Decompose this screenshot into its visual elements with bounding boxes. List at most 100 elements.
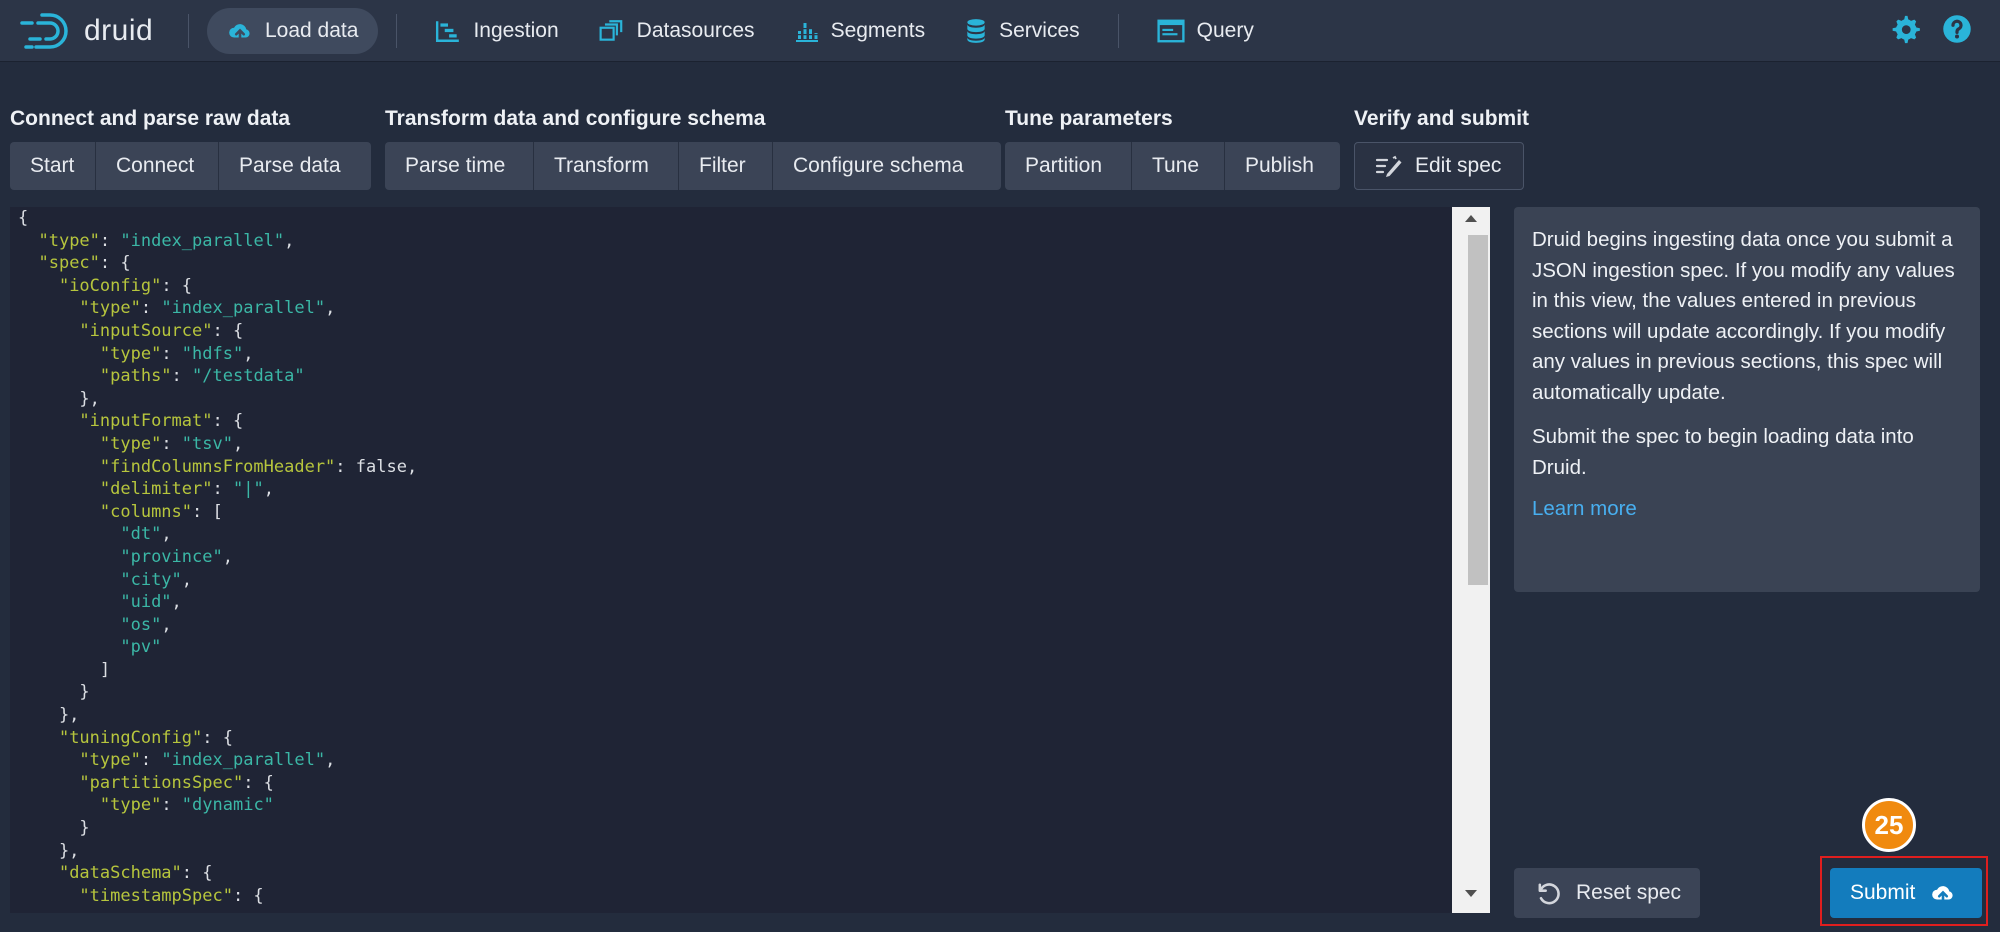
code-line: "type": "hdfs", [99, 343, 254, 364]
code-line: "province", [120, 546, 233, 567]
code-line: }, [18, 705, 80, 726]
code-line: "pv" [120, 637, 162, 658]
code-line: "paths": "/testdata" [99, 366, 305, 387]
nav-right-tools [1890, 14, 1972, 44]
code-line: "inputSource": { [79, 320, 244, 341]
code-line: "columns": [ [99, 501, 223, 522]
scroll-down-arrow-icon[interactable] [1452, 889, 1490, 907]
code-line: "type": "tsv", [99, 433, 244, 454]
stacked-chart-icon [795, 22, 818, 42]
nav-load-data-label: Load data [265, 18, 359, 42]
step-tune-button[interactable]: Tune [1132, 142, 1225, 190]
step-parse-data-button[interactable]: Parse data [219, 142, 371, 190]
editor-scrollbar[interactable] [1452, 207, 1490, 913]
step-configure-schema-button[interactable]: Configure schema [773, 142, 1001, 190]
code-line: "ioConfig": { [58, 275, 193, 296]
code-line: "tuningConfig": { [58, 727, 233, 748]
code-line: "spec": { [38, 253, 131, 274]
nav-services-label: Services [999, 18, 1080, 42]
nav-services[interactable]: Services [945, 8, 1100, 54]
learn-more-link[interactable]: Learn more [1532, 497, 1637, 520]
nav-datasources-label: Datasources [636, 18, 755, 42]
step-group-title: Connect and parse raw data [10, 107, 291, 130]
code-line: "findColumnsFromHeader": false, [99, 456, 418, 477]
step-button-row: Start Connect Parse data [10, 142, 371, 190]
info-callout: Druid begins ingesting data once you sub… [1514, 207, 1980, 592]
nav-query-label: Query [1196, 18, 1254, 42]
submit-label: Submit [1850, 881, 1916, 904]
step-number-badge: 25 [1862, 798, 1916, 852]
nav-datasources[interactable]: Datasources [579, 8, 775, 54]
code-line: "type": "dynamic" [99, 795, 274, 816]
step-group-title: Tune parameters [1005, 107, 1173, 130]
multi-select-icon [599, 19, 622, 41]
scrollbar-thumb[interactable] [1468, 235, 1488, 585]
help-icon[interactable] [1942, 14, 1972, 44]
cloud-upload-icon [1932, 886, 1953, 905]
code-line: "os", [120, 614, 172, 635]
spec-code[interactable]: { "type": "index_parallel", "spec": { "i… [18, 207, 1458, 907]
code-line: "type": "index_parallel", [79, 298, 336, 319]
code-line: ] [18, 659, 111, 680]
reset-spec-button[interactable]: Reset spec [1514, 868, 1700, 918]
code-line: "city", [120, 569, 193, 590]
step-button-row: Edit spec [1354, 142, 1524, 190]
druid-logo-icon [20, 12, 68, 49]
edit-spec-label: Edit spec [1415, 154, 1502, 177]
info-text-1: Druid begins ingesting data once you sub… [1532, 228, 1955, 404]
step-transform-button[interactable]: Transform [534, 142, 679, 190]
code-line: } [18, 682, 90, 703]
step-group-tune: Tune parameters Partition Tune Publish [1005, 104, 1340, 190]
code-line: "uid", [120, 592, 182, 613]
spec-json-editor[interactable]: { "type": "index_parallel", "spec": { "i… [10, 207, 1490, 913]
code-line: }, [18, 840, 80, 861]
step-group-verify: Verify and submit Edit spec [1354, 104, 1529, 190]
code-line: { [18, 208, 29, 228]
cloud-upload-icon [229, 23, 250, 42]
reset-icon [1538, 883, 1560, 905]
scroll-up-arrow-icon[interactable] [1452, 213, 1490, 231]
code-line: "type": "index_parallel", [38, 230, 295, 251]
nav-ingestion-label: Ingestion [473, 18, 559, 42]
nav-ingestion[interactable]: Ingestion [415, 8, 578, 54]
info-text-2: Submit the spec to begin loading data in… [1532, 425, 1914, 479]
code-line: "type": "index_parallel", [79, 750, 336, 771]
step-button-row: Parse time Transform Filter Configure sc… [385, 142, 1001, 190]
nav-segments[interactable]: Segments [775, 8, 946, 54]
step-filter-button[interactable]: Filter [679, 142, 773, 190]
logo-text: druid [84, 13, 154, 47]
code-line: "timestampSpec": { [79, 885, 264, 906]
nav-separator [396, 13, 398, 48]
step-publish-button[interactable]: Publish [1225, 142, 1340, 190]
code-line: "dataSchema": { [58, 863, 213, 884]
edit-spec-icon [1375, 155, 1402, 177]
step-group-title: Transform data and configure schema [385, 107, 766, 130]
step-edit-spec-button[interactable]: Edit spec [1354, 142, 1524, 190]
step-partition-button[interactable]: Partition [1005, 142, 1132, 190]
step-parse-time-button[interactable]: Parse time [385, 142, 534, 190]
submit-button[interactable]: Submit [1830, 868, 1982, 918]
nav-segments-label: Segments [830, 18, 926, 42]
step-button-row: Partition Tune Publish [1005, 142, 1340, 190]
druid-logo[interactable]: druid [20, 0, 170, 62]
gear-icon[interactable] [1890, 14, 1920, 44]
step-group-title: Verify and submit [1354, 107, 1530, 130]
gantt-chart-icon [436, 20, 460, 42]
step-group-connect: Connect and parse raw data Start Connect… [10, 104, 371, 190]
nav-query[interactable]: Query [1137, 8, 1274, 54]
application-icon [1157, 19, 1185, 42]
reset-spec-label: Reset spec [1576, 881, 1682, 904]
code-line: } [18, 818, 90, 839]
wizard-steps: Connect and parse raw data Start Connect… [10, 104, 2000, 194]
top-navbar: druid Load data Ingestion Datasources Se… [0, 0, 2000, 62]
code-line: "dt", [120, 524, 172, 545]
code-line: "partitionsSpec": { [79, 772, 274, 793]
database-icon [967, 18, 985, 43]
nav-load-data[interactable]: Load data [207, 7, 379, 54]
step-start-button[interactable]: Start [10, 142, 96, 190]
nav-separator [188, 13, 189, 48]
code-line: "delimiter": "|", [99, 479, 274, 500]
code-line: "inputFormat": { [79, 411, 244, 432]
step-connect-button[interactable]: Connect [96, 142, 219, 190]
nav-separator [1117, 13, 1119, 48]
